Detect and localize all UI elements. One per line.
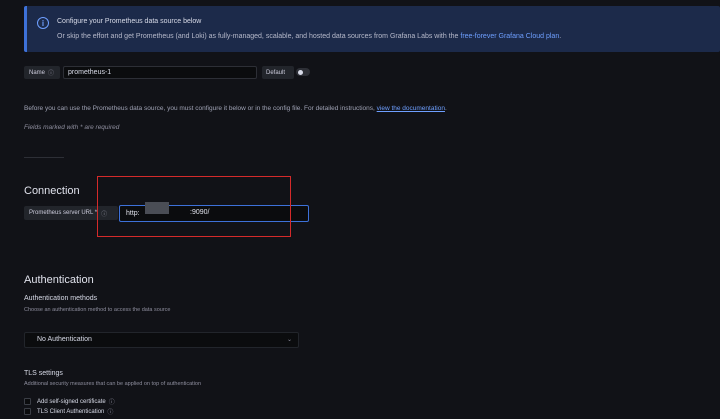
auth-methods-label: Authentication methods: [24, 295, 98, 302]
checkbox[interactable]: [24, 408, 31, 415]
highlight-box: [97, 176, 291, 237]
info-icon: i: [37, 17, 49, 29]
grafana-cloud-link[interactable]: free-forever Grafana Cloud plan: [460, 33, 559, 40]
checkbox[interactable]: [24, 398, 31, 405]
info-icon[interactable]: ⓘ: [109, 397, 115, 406]
auth-methods-desc: Choose an authentication method to acces…: [24, 307, 171, 313]
divider: [24, 157, 64, 158]
intro-text: Before you can use the Prometheus data s…: [24, 105, 447, 112]
chevron-down-icon: ⌄: [286, 337, 292, 343]
default-label: Default: [262, 66, 294, 79]
tls-settings-desc: Additional security measures that can be…: [24, 381, 202, 387]
info-icon[interactable]: ⓘ: [48, 68, 54, 77]
banner-text: Or skip the effort and get Prometheus (a…: [57, 33, 562, 40]
authentication-heading: Authentication: [24, 274, 94, 286]
info-banner: i Configure your Prometheus data source …: [24, 6, 720, 52]
connection-heading: Connection: [24, 185, 80, 197]
default-toggle[interactable]: [296, 68, 310, 76]
banner-title: Configure your Prometheus data source be…: [57, 18, 202, 25]
name-label: Name ⓘ: [24, 66, 60, 79]
auth-method-select[interactable]: No Authentication ⌄: [24, 332, 299, 348]
name-input[interactable]: prometheus-1: [63, 66, 257, 79]
info-icon[interactable]: ⓘ: [107, 407, 113, 416]
required-note: Fields marked with * are required: [24, 124, 120, 131]
tls-settings-label: TLS settings: [24, 370, 63, 377]
documentation-link[interactable]: view the documentation: [377, 105, 445, 112]
self-signed-cert-option[interactable]: Add self-signed certificate ⓘ: [24, 397, 115, 406]
tls-client-auth-option[interactable]: TLS Client Authentication ⓘ: [24, 407, 113, 416]
